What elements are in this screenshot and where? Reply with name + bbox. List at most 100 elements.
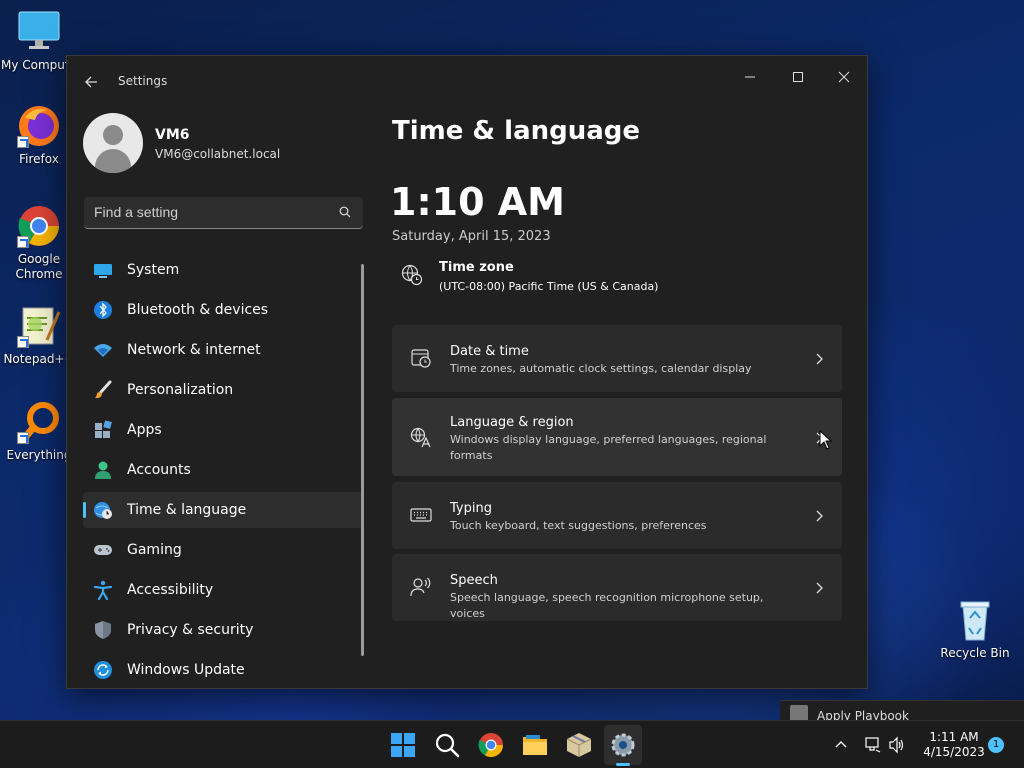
back-button[interactable]	[79, 70, 103, 94]
typing-card[interactable]: Typing Touch keyboard, text suggestions,…	[392, 482, 842, 549]
windows-start-icon[interactable]	[389, 731, 417, 759]
search-icon[interactable]	[339, 206, 351, 218]
sidebar-item-label: Bluetooth & devices	[127, 302, 269, 318]
search-box[interactable]	[84, 197, 363, 229]
profile-name: VM6	[155, 127, 190, 143]
card-subtitle: Time zones, automatic clock settings, ca…	[450, 362, 752, 375]
arrow-left-icon	[85, 76, 97, 88]
desktop-icon-firefox[interactable]: Firefox	[2, 104, 76, 167]
sidebar-nav: System Bluetooth & devices Network & int…	[83, 252, 363, 692]
chevron-right-icon	[816, 353, 823, 365]
chrome-icon	[17, 204, 61, 248]
settings-gear-icon[interactable]	[609, 731, 637, 759]
card-subtitle: Touch keyboard, text suggestions, prefer…	[450, 519, 707, 532]
desktop-icon-notepadpp[interactable]: Notepad++	[2, 304, 76, 367]
card-title: Typing	[450, 501, 492, 516]
chevron-up-icon[interactable]	[834, 738, 848, 752]
gamepad-icon	[94, 545, 112, 555]
monitor-icon	[94, 264, 112, 278]
recycle-bin-icon	[953, 598, 997, 642]
accessibility-icon	[93, 580, 113, 600]
sidebar-item-label: Windows Update	[127, 662, 245, 678]
close-button[interactable]	[821, 64, 867, 94]
card-title: Speech	[450, 573, 498, 588]
desktop-icon-label: Google Chrome	[15, 252, 63, 281]
shortcut-arrow-icon	[17, 136, 29, 148]
sidebar-item-label: Personalization	[127, 382, 234, 398]
notification-badge[interactable]: 1	[988, 737, 1004, 753]
sidebar-item-network[interactable]: Network & internet	[83, 332, 363, 368]
tray-clock[interactable]: 1:11 AM 4/15/2023	[914, 730, 994, 760]
desktop-icon-chrome[interactable]: Google Chrome	[2, 204, 76, 282]
chrome-icon[interactable]	[477, 731, 505, 759]
desktop-icon-label: Notepad++	[3, 352, 75, 366]
search-input[interactable]	[94, 204, 324, 220]
sidebar-item-time-language[interactable]: Time & language	[83, 492, 363, 528]
desktop-icon-label: Firefox	[19, 152, 59, 166]
window-title: Settings	[118, 74, 168, 88]
globe-clock-icon	[94, 502, 112, 519]
maximize-icon	[793, 72, 803, 82]
shortcut-arrow-icon	[17, 236, 29, 248]
card-title: Language & region	[450, 415, 574, 430]
close-icon	[838, 71, 850, 83]
sidebar-item-windows-update[interactable]: Windows Update	[83, 652, 363, 688]
current-time: 1:10 AM	[390, 180, 565, 224]
desktop-icon-my-computer[interactable]: My Comput	[1, 10, 76, 73]
mouse-cursor-icon	[819, 430, 833, 450]
speech-icon	[410, 577, 431, 597]
active-app-indicator	[616, 763, 630, 766]
card-subtitle: Speech language, speech recognition micr…	[450, 591, 764, 620]
sidebar-item-label: Accessibility	[127, 582, 214, 598]
sidebar-item-bluetooth[interactable]: Bluetooth & devices	[83, 292, 363, 328]
network-icon[interactable]	[864, 736, 882, 754]
desktop-icon-everything[interactable]: Everything	[2, 400, 76, 463]
package-box-icon[interactable]	[565, 731, 593, 759]
sidebar-item-label: Time & language	[127, 502, 247, 518]
profile-email: VM6@collabnet.local	[155, 147, 281, 161]
sidebar-item-label: Accounts	[127, 462, 191, 478]
language-region-card[interactable]: Language & region Windows display langua…	[392, 398, 842, 476]
sidebar-item-privacy[interactable]: Privacy & security	[83, 612, 363, 648]
sidebar-item-label: Privacy & security	[127, 622, 254, 638]
desktop-icon-label: Everything	[6, 448, 72, 462]
everything-search-icon	[17, 400, 61, 444]
sidebar-item-label: Network & internet	[127, 342, 261, 358]
apps-grid-icon	[95, 420, 112, 438]
timezone-value: (UTC-08:00) Pacific Time (US & Canada)	[439, 280, 659, 293]
search-icon[interactable]	[433, 731, 461, 759]
sidebar-item-system[interactable]: System	[83, 252, 363, 288]
sidebar-item-label: Apps	[127, 422, 162, 438]
keyboard-icon	[410, 508, 432, 522]
taskbar: 1:11 AM 4/15/2023 1	[0, 720, 1024, 768]
card-title: Date & time	[450, 344, 529, 359]
bluetooth-icon	[94, 301, 112, 319]
wifi-icon	[94, 344, 112, 357]
sidebar-item-apps[interactable]: Apps	[83, 412, 363, 448]
settings-window: Settings VM6 VM6@collabnet.local System …	[66, 55, 868, 689]
shortcut-arrow-icon	[17, 336, 29, 348]
apply-playbook-notification[interactable]: Apply Playbook	[780, 700, 1024, 720]
file-explorer-icon[interactable]	[521, 731, 549, 759]
firefox-icon	[17, 104, 61, 148]
tray-date: 4/15/2023	[923, 745, 985, 759]
sidebar-scrollbar[interactable]	[361, 264, 364, 656]
person-icon	[95, 461, 111, 479]
sidebar-item-personalization[interactable]: Personalization	[83, 372, 363, 408]
sidebar-item-accounts[interactable]: Accounts	[83, 452, 363, 488]
language-icon	[410, 427, 431, 448]
desktop-icon-recycle-bin[interactable]: Recycle Bin	[938, 598, 1012, 661]
maximize-button[interactable]	[775, 64, 821, 94]
calendar-clock-icon	[411, 349, 431, 368]
globe-clock-icon	[401, 264, 423, 286]
sidebar-item-gaming[interactable]: Gaming	[83, 532, 363, 568]
minimize-button[interactable]	[727, 64, 773, 94]
volume-icon[interactable]	[888, 736, 906, 754]
paintbrush-icon	[95, 380, 112, 399]
speech-card[interactable]: Speech Speech language, speech recogniti…	[392, 554, 842, 621]
sidebar-item-accessibility[interactable]: Accessibility	[83, 572, 363, 608]
title-bar[interactable]: Settings	[67, 56, 867, 104]
sidebar-item-label: System	[127, 262, 180, 278]
date-time-card[interactable]: Date & time Time zones, automatic clock …	[392, 325, 842, 392]
desktop-icon-label: My Comput	[1, 58, 70, 72]
